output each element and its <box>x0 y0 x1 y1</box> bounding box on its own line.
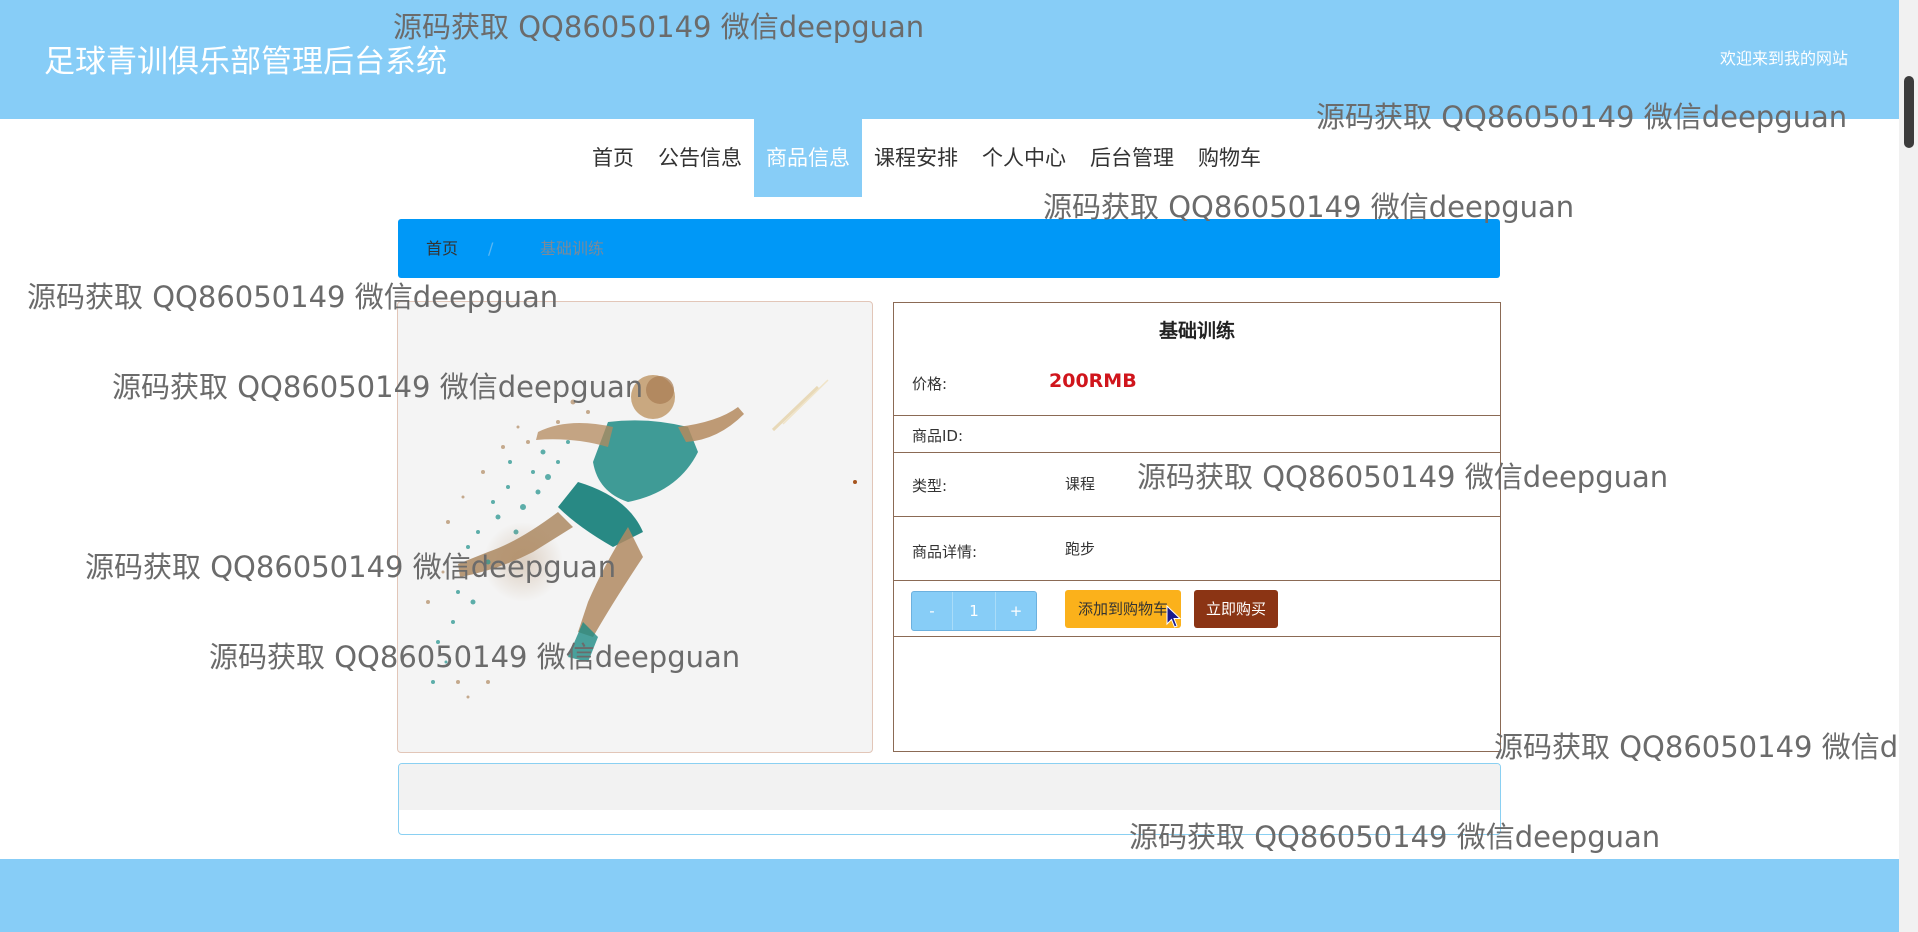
nav-item-profile[interactable]: 个人中心 <box>970 119 1078 197</box>
welcome-text: 欢迎来到我的网站 <box>1720 49 1849 68</box>
type-value: 课程 <box>1065 475 1096 493</box>
price-label: 价格: <box>912 375 948 393</box>
quantity-increase-button[interactable]: + <box>996 592 1036 630</box>
detail-label: 商品详情: <box>912 543 978 561</box>
price-value: 200RMB <box>1049 370 1137 392</box>
scrollbar-thumb[interactable] <box>1904 76 1914 148</box>
nav-item-notices[interactable]: 公告信息 <box>646 119 754 197</box>
breadcrumb-current: 基础训练 <box>540 239 605 258</box>
info-row-detail: 商品详情: 跑步 <box>894 517 1500 581</box>
quantity-input[interactable]: 1 <box>952 592 996 630</box>
quantity-stepper: - 1 + <box>911 591 1037 631</box>
mouse-cursor-icon <box>1166 605 1182 628</box>
info-row-price: 基础训练 价格: 200RMB <box>894 303 1500 416</box>
footer-bar <box>0 859 1899 932</box>
quantity-decrease-button[interactable]: - <box>912 592 952 630</box>
nav-item-products[interactable]: 商品信息 <box>754 119 862 197</box>
watermark-text: 源码获取 QQ86050149 微信deepguan <box>1494 730 1899 764</box>
nav-item-admin[interactable]: 后台管理 <box>1078 119 1186 197</box>
breadcrumb-separator: / <box>488 239 494 258</box>
type-label: 类型: <box>912 477 948 495</box>
detail-value: 跑步 <box>1065 540 1096 558</box>
product-info-panel: 基础训练 价格: 200RMB 商品ID: 类型: 课程 商品详情: 跑步 - … <box>893 302 1501 752</box>
nav-item-home[interactable]: 首页 <box>580 119 646 197</box>
info-row-type: 类型: 课程 <box>894 453 1500 517</box>
nav-item-courses[interactable]: 课程安排 <box>862 119 970 197</box>
site-title: 足球青训俱乐部管理后台系统 <box>44 44 447 80</box>
page-scrollbar[interactable] <box>1899 0 1918 932</box>
buy-now-button[interactable]: 立即购买 <box>1194 590 1278 628</box>
header-bar: 足球青训俱乐部管理后台系统 欢迎来到我的网站 <box>0 0 1899 119</box>
tabs-header <box>399 764 1500 810</box>
id-label: 商品ID: <box>912 427 964 445</box>
info-row-actions: - 1 + 添加到购物车 立即购买 <box>894 581 1500 637</box>
add-to-cart-button[interactable]: 添加到购物车 <box>1065 590 1181 628</box>
product-title: 基础训练 <box>1158 320 1235 342</box>
product-detail-tabs <box>398 763 1501 835</box>
main-nav: 首页 公告信息 商品信息 课程安排 个人中心 后台管理 购物车 <box>580 119 1273 197</box>
breadcrumb-home[interactable]: 首页 <box>426 219 458 278</box>
info-row-id: 商品ID: <box>894 416 1500 453</box>
nav-item-cart[interactable]: 购物车 <box>1186 119 1273 197</box>
product-image <box>397 301 873 753</box>
runner-particle-image <box>426 375 857 699</box>
breadcrumb: 首页 / 基础训练 <box>398 219 1500 278</box>
